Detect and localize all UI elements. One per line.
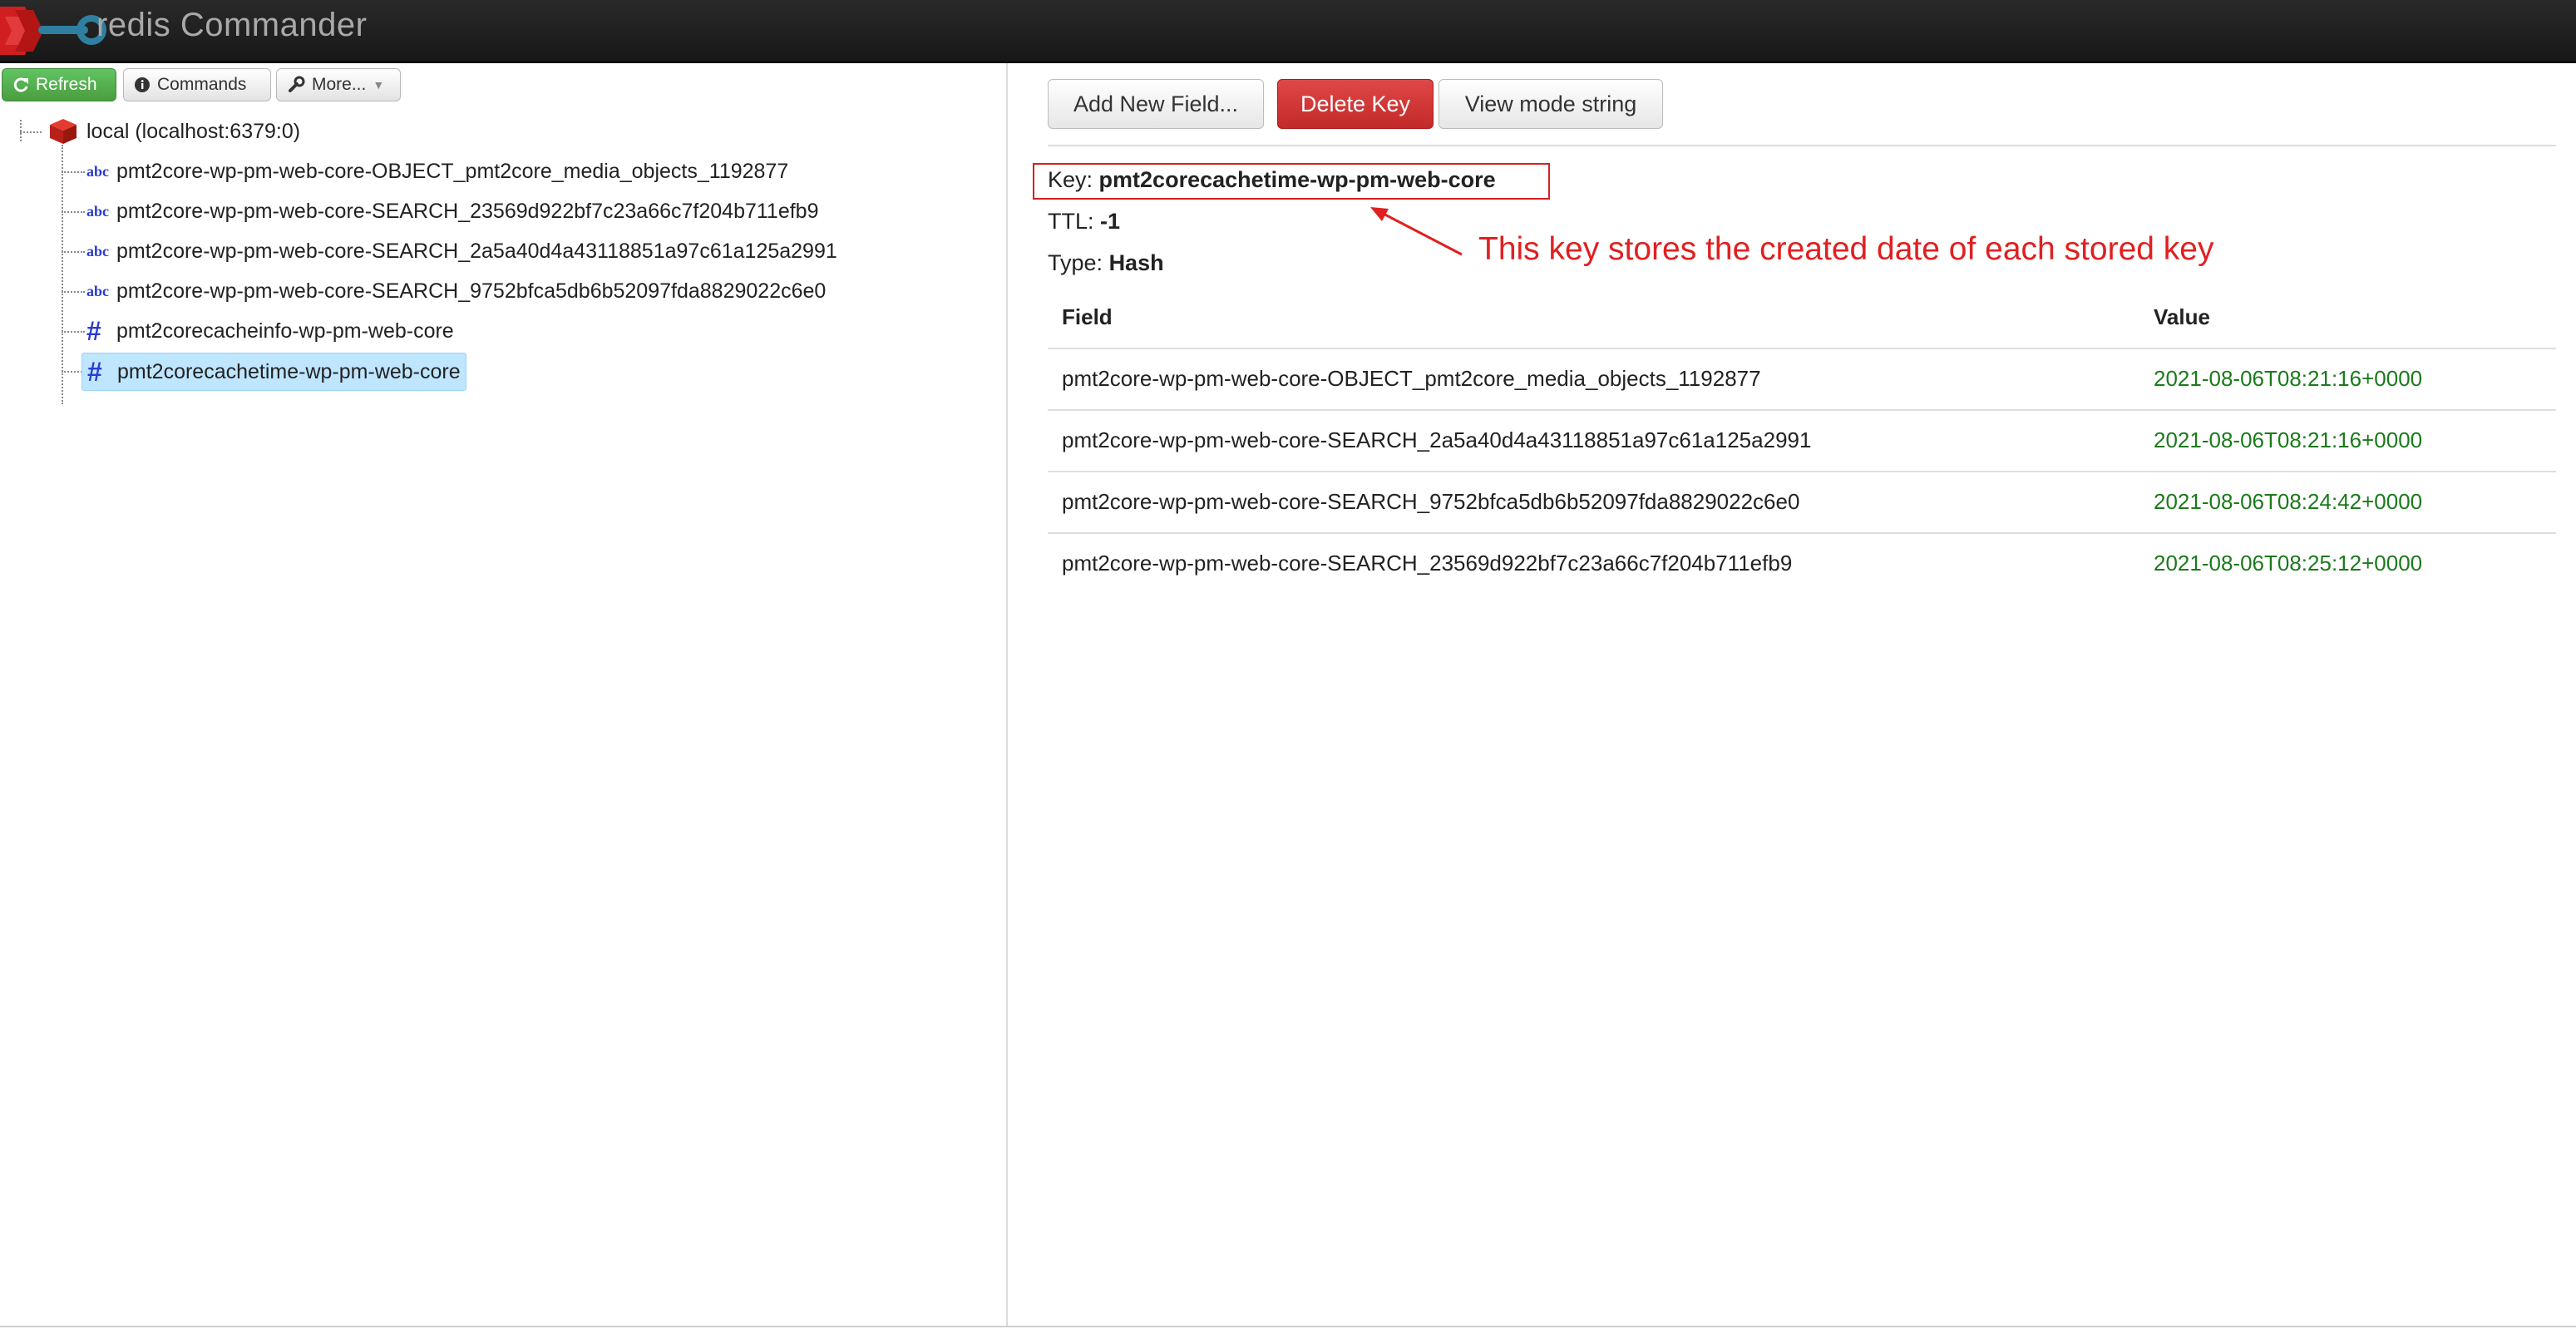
field-cell: pmt2core-wp-pm-web-core-SEARCH_9752bfca5… — [1062, 489, 1800, 514]
table-row[interactable]: pmt2core-wp-pm-web-core-SEARCH_23569d922… — [1048, 532, 2556, 595]
tree-key-label: pmt2corecacheinfo-wp-pm-web-core — [116, 319, 454, 343]
tree-key-item[interactable]: abc pmt2core-wp-pm-web-core-OBJECT_pmt2c… — [86, 153, 788, 190]
string-abc-icon: abc — [86, 202, 109, 220]
server-label: local (localhost:6379:0) — [86, 119, 301, 143]
more-label: More... — [312, 75, 367, 94]
ttl-value: -1 — [1100, 209, 1121, 234]
string-abc-icon: abc — [86, 242, 109, 259]
tree-key-label: pmt2core-wp-pm-web-core-SEARCH_9752bfca5… — [116, 279, 827, 303]
field-cell: pmt2core-wp-pm-web-core-OBJECT_pmt2core_… — [1062, 366, 1761, 391]
table-row[interactable]: pmt2core-wp-pm-web-core-SEARCH_2a5a40d4a… — [1048, 409, 2556, 472]
tree-key-label: pmt2core-wp-pm-web-core-SEARCH_23569d922… — [116, 199, 819, 223]
caret-down-icon: ▼ — [373, 78, 385, 91]
tree-branch — [62, 331, 85, 333]
tree-children-line — [62, 145, 63, 404]
wrench-icon — [289, 76, 305, 92]
refresh-button[interactable]: Refresh — [2, 68, 116, 101]
column-header-value: Value — [2154, 304, 2210, 329]
app-title: redis Commander — [96, 7, 368, 43]
key-tree-pane: Refresh Commands More... ▼ local (localh… — [0, 63, 1008, 1326]
commands-button[interactable]: Commands — [123, 68, 271, 101]
commands-label: Commands — [157, 75, 247, 94]
tree-key-label: pmt2core-wp-pm-web-core-OBJECT_pmt2core_… — [116, 159, 789, 183]
refresh-label: Refresh — [36, 75, 97, 94]
tree-key-item[interactable]: abc pmt2core-wp-pm-web-core-SEARCH_23569… — [86, 193, 819, 230]
annotation-text: This key stores the created date of each… — [1478, 231, 2214, 267]
info-icon — [135, 77, 150, 92]
tree-root-branch — [20, 131, 42, 133]
app-header: redis Commander — [0, 0, 2576, 63]
redis-server-icon — [50, 119, 76, 144]
key-value: pmt2corecachetime-wp-pm-web-core — [1098, 167, 1496, 192]
tree-key-item-selected[interactable]: # pmt2corecachetime-wp-pm-web-core — [81, 353, 466, 391]
type-info: Type: Hash — [1048, 250, 1164, 276]
tree-key-item[interactable]: abc pmt2core-wp-pm-web-core-SEARCH_9752b… — [86, 273, 826, 309]
table-row[interactable]: pmt2core-wp-pm-web-core-SEARCH_9752bfca5… — [1048, 471, 2556, 534]
tree-key-label: pmt2core-wp-pm-web-core-SEARCH_2a5a40d4a… — [116, 239, 837, 263]
more-button[interactable]: More... ▼ — [276, 68, 401, 101]
tree-key-item[interactable]: abc pmt2core-wp-pm-web-core-SEARCH_2a5a4… — [86, 233, 837, 269]
field-cell: pmt2core-wp-pm-web-core-SEARCH_23569d922… — [1062, 551, 1793, 576]
tree-server-node[interactable]: local (localhost:6379:0) — [48, 113, 300, 150]
tree-branch — [62, 251, 85, 253]
string-abc-icon: abc — [86, 282, 109, 299]
annotation-arrow-icon — [1370, 207, 1463, 256]
ttl-info: TTL: -1 — [1048, 209, 1120, 235]
tree-key-label: pmt2corecachetime-wp-pm-web-core — [117, 359, 461, 383]
value-cell: 2021-08-06T08:25:12+0000 — [2154, 551, 2423, 576]
type-label: Type: — [1048, 250, 1103, 275]
tree-root-line — [20, 120, 22, 141]
delete-key-button[interactable]: Delete Key — [1277, 79, 1434, 129]
ttl-label: TTL: — [1048, 209, 1094, 234]
hash-icon: # — [86, 315, 101, 346]
value-cell: 2021-08-06T08:21:16+0000 — [2154, 366, 2423, 391]
value-cell: 2021-08-06T08:21:16+0000 — [2154, 427, 2423, 452]
value-cell: 2021-08-06T08:24:42+0000 — [2154, 489, 2423, 514]
hash-icon: # — [87, 356, 102, 387]
tree-branch — [62, 171, 85, 173]
add-new-field-button[interactable]: Add New Field... — [1048, 79, 1264, 129]
divider — [1048, 145, 2556, 146]
type-value: Hash — [1108, 250, 1164, 275]
tree-key-item[interactable]: # pmt2corecacheinfo-wp-pm-web-core — [86, 313, 454, 349]
field-cell: pmt2core-wp-pm-web-core-SEARCH_2a5a40d4a… — [1062, 427, 1812, 452]
tree-branch — [62, 291, 85, 293]
string-abc-icon: abc — [86, 162, 109, 180]
tree-branch — [62, 211, 85, 213]
column-header-field: Field — [1062, 304, 1113, 329]
key-label: Key: — [1048, 167, 1093, 192]
key-info: Key: pmt2corecachetime-wp-pm-web-core — [1048, 167, 1496, 193]
table-row[interactable]: pmt2core-wp-pm-web-core-OBJECT_pmt2core_… — [1048, 348, 2556, 411]
refresh-icon — [13, 77, 28, 92]
view-mode-button[interactable]: View mode string — [1439, 79, 1663, 129]
footer-border — [0, 1326, 2576, 1327]
